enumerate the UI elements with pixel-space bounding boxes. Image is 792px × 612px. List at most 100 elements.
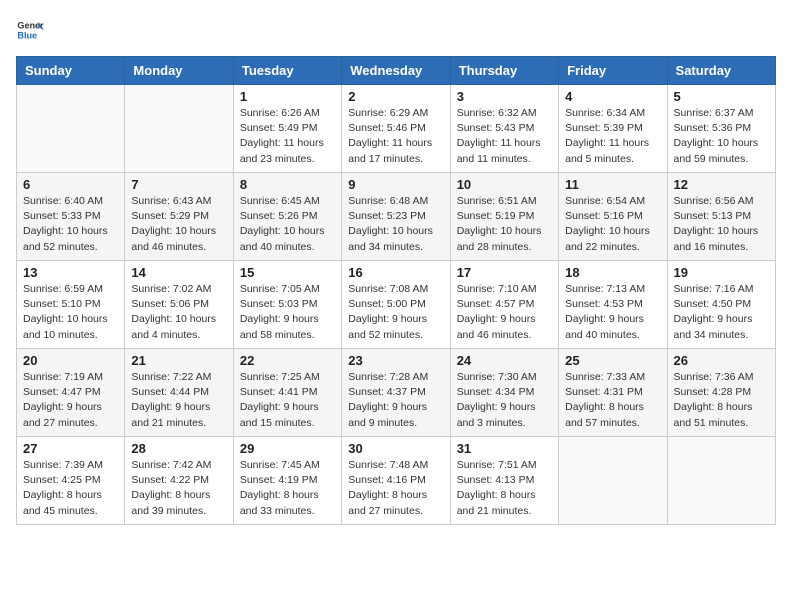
day-info: Sunrise: 6:40 AM Sunset: 5:33 PM Dayligh… bbox=[23, 194, 118, 255]
day-number: 26 bbox=[674, 353, 769, 368]
logo-icon: General Blue bbox=[16, 16, 44, 44]
calendar-table: SundayMondayTuesdayWednesdayThursdayFrid… bbox=[16, 56, 776, 525]
day-info: Sunrise: 6:26 AM Sunset: 5:49 PM Dayligh… bbox=[240, 106, 335, 167]
calendar-cell: 29Sunrise: 7:45 AM Sunset: 4:19 PM Dayli… bbox=[233, 437, 341, 525]
calendar-cell: 7 Sunrise: 6:43 AM Sunset: 5:29 PM Daylig… bbox=[125, 173, 233, 261]
day-info: Sunrise: 7:10 AM Sunset: 4:57 PM Dayligh… bbox=[457, 282, 552, 343]
weekday-header: Tuesday bbox=[233, 57, 341, 85]
day-number: 27 bbox=[23, 441, 118, 456]
day-number: 10 bbox=[457, 177, 552, 192]
calendar-cell: 14Sunrise: 7:02 AM Sunset: 5:06 PM Dayli… bbox=[125, 261, 233, 349]
day-info: Sunrise: 6:37 AM Sunset: 5:36 PM Dayligh… bbox=[674, 106, 769, 167]
calendar-cell: 31Sunrise: 7:51 AM Sunset: 4:13 PM Dayli… bbox=[450, 437, 558, 525]
day-number: 2 bbox=[348, 89, 443, 104]
day-info: Sunrise: 7:42 AM Sunset: 4:22 PM Dayligh… bbox=[131, 458, 226, 519]
day-number: 22 bbox=[240, 353, 335, 368]
day-number: 16 bbox=[348, 265, 443, 280]
day-info: Sunrise: 7:16 AM Sunset: 4:50 PM Dayligh… bbox=[674, 282, 769, 343]
day-number: 17 bbox=[457, 265, 552, 280]
day-info: Sunrise: 7:25 AM Sunset: 4:41 PM Dayligh… bbox=[240, 370, 335, 431]
calendar-cell: 27 Sunrise: 7:39 AM Sunset: 4:25 PM Dayli… bbox=[17, 437, 125, 525]
day-number: 5 bbox=[674, 89, 769, 104]
calendar-week-row: 27 Sunrise: 7:39 AM Sunset: 4:25 PM Dayli… bbox=[17, 437, 776, 525]
day-info: Sunrise: 7:30 AM Sunset: 4:34 PM Dayligh… bbox=[457, 370, 552, 431]
calendar-cell: 5 Sunrise: 6:37 AM Sunset: 5:36 PM Daylig… bbox=[667, 85, 775, 173]
day-info: Sunrise: 7:33 AM Sunset: 4:31 PM Dayligh… bbox=[565, 370, 660, 431]
calendar-cell: 20 Sunrise: 7:19 AM Sunset: 4:47 PM Dayli… bbox=[17, 349, 125, 437]
page-header: General Blue bbox=[16, 16, 776, 44]
day-number: 14 bbox=[131, 265, 226, 280]
calendar-week-row: 20 Sunrise: 7:19 AM Sunset: 4:47 PM Dayli… bbox=[17, 349, 776, 437]
calendar-cell: 21 Sunrise: 7:22 AM Sunset: 4:44 PM Dayli… bbox=[125, 349, 233, 437]
calendar-cell: 9Sunrise: 6:48 AM Sunset: 5:23 PM Daylig… bbox=[342, 173, 450, 261]
day-info: Sunrise: 7:45 AM Sunset: 4:19 PM Dayligh… bbox=[240, 458, 335, 519]
calendar-cell: 23Sunrise: 7:28 AM Sunset: 4:37 PM Dayli… bbox=[342, 349, 450, 437]
day-info: Sunrise: 7:08 AM Sunset: 5:00 PM Dayligh… bbox=[348, 282, 443, 343]
day-info: Sunrise: 7:22 AM Sunset: 4:44 PM Dayligh… bbox=[131, 370, 226, 431]
calendar-cell: 8 Sunrise: 6:45 AM Sunset: 5:26 PM Daylig… bbox=[233, 173, 341, 261]
calendar-cell: 13Sunrise: 6:59 AM Sunset: 5:10 PM Dayli… bbox=[17, 261, 125, 349]
day-number: 7 bbox=[131, 177, 226, 192]
day-info: Sunrise: 6:34 AM Sunset: 5:39 PM Dayligh… bbox=[565, 106, 660, 167]
weekday-header: Friday bbox=[559, 57, 667, 85]
calendar-cell: 24 Sunrise: 7:30 AM Sunset: 4:34 PM Dayli… bbox=[450, 349, 558, 437]
calendar-cell bbox=[559, 437, 667, 525]
day-info: Sunrise: 6:56 AM Sunset: 5:13 PM Dayligh… bbox=[674, 194, 769, 255]
day-number: 21 bbox=[131, 353, 226, 368]
day-info: Sunrise: 7:36 AM Sunset: 4:28 PM Dayligh… bbox=[674, 370, 769, 431]
day-number: 3 bbox=[457, 89, 552, 104]
day-number: 12 bbox=[674, 177, 769, 192]
calendar-cell: 11 Sunrise: 6:54 AM Sunset: 5:16 PM Dayli… bbox=[559, 173, 667, 261]
calendar-cell bbox=[125, 85, 233, 173]
day-info: Sunrise: 7:48 AM Sunset: 4:16 PM Dayligh… bbox=[348, 458, 443, 519]
calendar-cell: 15Sunrise: 7:05 AM Sunset: 5:03 PM Dayli… bbox=[233, 261, 341, 349]
day-info: Sunrise: 7:51 AM Sunset: 4:13 PM Dayligh… bbox=[457, 458, 552, 519]
day-number: 20 bbox=[23, 353, 118, 368]
day-number: 18 bbox=[565, 265, 660, 280]
day-number: 4 bbox=[565, 89, 660, 104]
calendar-cell: 17 Sunrise: 7:10 AM Sunset: 4:57 PM Dayli… bbox=[450, 261, 558, 349]
day-info: Sunrise: 6:45 AM Sunset: 5:26 PM Dayligh… bbox=[240, 194, 335, 255]
day-info: Sunrise: 6:54 AM Sunset: 5:16 PM Dayligh… bbox=[565, 194, 660, 255]
day-number: 25 bbox=[565, 353, 660, 368]
weekday-header: Wednesday bbox=[342, 57, 450, 85]
day-number: 28 bbox=[131, 441, 226, 456]
calendar-cell: 4 Sunrise: 6:34 AM Sunset: 5:39 PM Daylig… bbox=[559, 85, 667, 173]
calendar-cell: 18 Sunrise: 7:13 AM Sunset: 4:53 PM Dayli… bbox=[559, 261, 667, 349]
calendar-cell: 12 Sunrise: 6:56 AM Sunset: 5:13 PM Dayli… bbox=[667, 173, 775, 261]
day-info: Sunrise: 6:48 AM Sunset: 5:23 PM Dayligh… bbox=[348, 194, 443, 255]
calendar-cell: 6 Sunrise: 6:40 AM Sunset: 5:33 PM Daylig… bbox=[17, 173, 125, 261]
calendar-cell bbox=[667, 437, 775, 525]
day-number: 11 bbox=[565, 177, 660, 192]
calendar-cell: 10 Sunrise: 6:51 AM Sunset: 5:19 PM Dayli… bbox=[450, 173, 558, 261]
day-info: Sunrise: 6:43 AM Sunset: 5:29 PM Dayligh… bbox=[131, 194, 226, 255]
calendar-week-row: 6 Sunrise: 6:40 AM Sunset: 5:33 PM Daylig… bbox=[17, 173, 776, 261]
day-number: 19 bbox=[674, 265, 769, 280]
day-info: Sunrise: 7:19 AM Sunset: 4:47 PM Dayligh… bbox=[23, 370, 118, 431]
calendar-cell: 26 Sunrise: 7:36 AM Sunset: 4:28 PM Dayli… bbox=[667, 349, 775, 437]
day-number: 24 bbox=[457, 353, 552, 368]
day-number: 8 bbox=[240, 177, 335, 192]
weekday-header: Sunday bbox=[17, 57, 125, 85]
calendar-cell: 28 Sunrise: 7:42 AM Sunset: 4:22 PM Dayli… bbox=[125, 437, 233, 525]
calendar-cell: 2 Sunrise: 6:29 AM Sunset: 5:46 PM Daylig… bbox=[342, 85, 450, 173]
day-info: Sunrise: 6:51 AM Sunset: 5:19 PM Dayligh… bbox=[457, 194, 552, 255]
day-info: Sunrise: 6:29 AM Sunset: 5:46 PM Dayligh… bbox=[348, 106, 443, 167]
calendar-week-row: 13Sunrise: 6:59 AM Sunset: 5:10 PM Dayli… bbox=[17, 261, 776, 349]
calendar-week-row: 1 Sunrise: 6:26 AM Sunset: 5:49 PM Daylig… bbox=[17, 85, 776, 173]
day-info: Sunrise: 6:32 AM Sunset: 5:43 PM Dayligh… bbox=[457, 106, 552, 167]
logo: General Blue bbox=[16, 16, 48, 44]
calendar-cell: 1 Sunrise: 6:26 AM Sunset: 5:49 PM Daylig… bbox=[233, 85, 341, 173]
weekday-header: Saturday bbox=[667, 57, 775, 85]
day-number: 6 bbox=[23, 177, 118, 192]
day-info: Sunrise: 6:59 AM Sunset: 5:10 PM Dayligh… bbox=[23, 282, 118, 343]
day-info: Sunrise: 7:05 AM Sunset: 5:03 PM Dayligh… bbox=[240, 282, 335, 343]
calendar-cell: 22 Sunrise: 7:25 AM Sunset: 4:41 PM Dayli… bbox=[233, 349, 341, 437]
weekday-header: Thursday bbox=[450, 57, 558, 85]
calendar-cell: 3 Sunrise: 6:32 AM Sunset: 5:43 PM Daylig… bbox=[450, 85, 558, 173]
day-info: Sunrise: 7:39 AM Sunset: 4:25 PM Dayligh… bbox=[23, 458, 118, 519]
day-info: Sunrise: 7:28 AM Sunset: 4:37 PM Dayligh… bbox=[348, 370, 443, 431]
day-info: Sunrise: 7:13 AM Sunset: 4:53 PM Dayligh… bbox=[565, 282, 660, 343]
day-number: 1 bbox=[240, 89, 335, 104]
day-number: 30 bbox=[348, 441, 443, 456]
